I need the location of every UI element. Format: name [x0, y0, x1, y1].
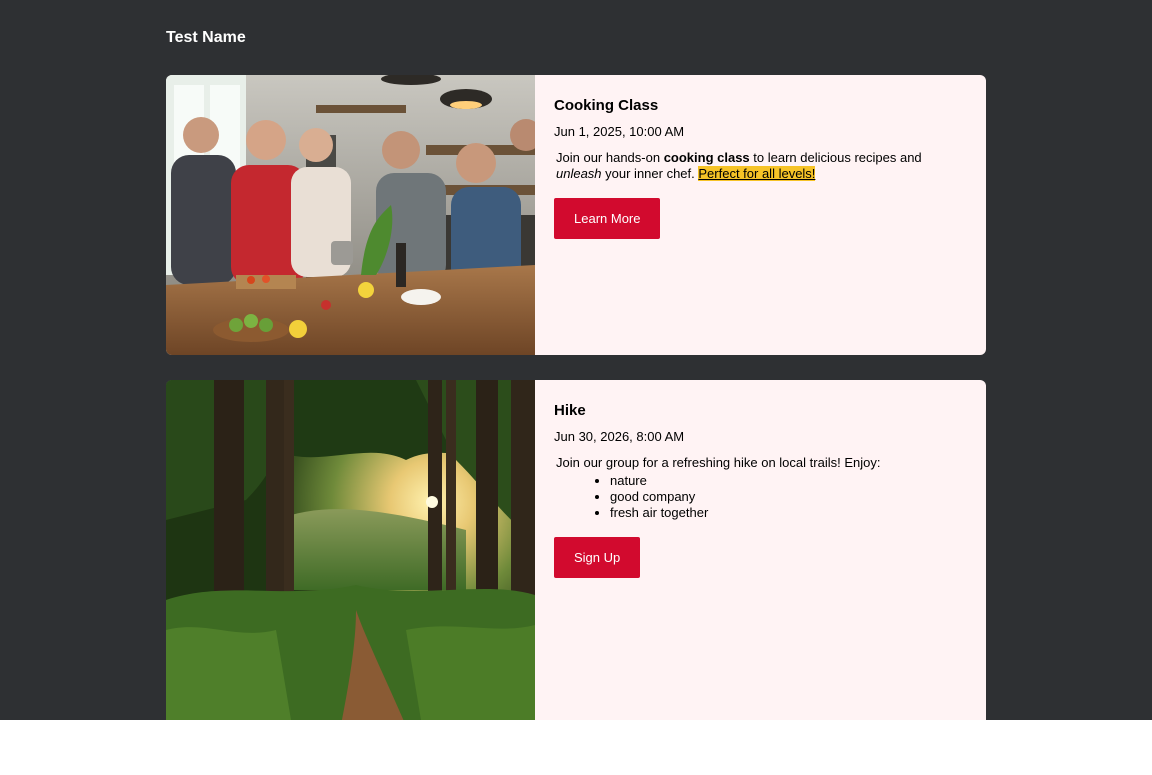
list-item: fresh air together — [610, 505, 967, 521]
event-date: Jun 30, 2026, 8:00 AM — [554, 429, 685, 444]
description-text: your inner chef. — [601, 166, 699, 181]
cooking-class-photo — [166, 75, 535, 355]
description-text: Join our group for a refreshing hike on … — [556, 455, 881, 470]
event-description: Join our hands-on cooking class to learn… — [556, 150, 967, 182]
description-text: Join our hands-on — [556, 150, 664, 165]
description-bold-text: cooking class — [663, 150, 750, 165]
card-content: Cooking Class Jun 1, 2025, 10:00 AM Join… — [535, 75, 986, 355]
sign-up-button[interactable]: Sign Up — [554, 537, 641, 578]
card-content: Hike Jun 30, 2026, 8:00 AM Join our grou… — [535, 380, 986, 720]
hike-forest-photo — [166, 380, 535, 720]
event-description: Join our group for a refreshing hike on … — [556, 455, 967, 521]
learn-more-button[interactable]: Learn More — [554, 198, 661, 239]
page-background: Test Name Cooking Class Jun 1, 2025, 10:… — [0, 0, 1152, 720]
list-item: good company — [610, 489, 967, 505]
event-date: Jun 1, 2025, 10:00 AM — [554, 124, 685, 139]
description-highlight: Perfect for all levels! — [698, 166, 816, 181]
description-italic-text: unleash — [556, 166, 602, 181]
event-card-cooking-class: Cooking Class Jun 1, 2025, 10:00 AM Join… — [166, 75, 986, 355]
page-title: Test Name — [166, 29, 246, 46]
list-item: nature — [610, 473, 967, 489]
event-title: Hike — [554, 402, 586, 419]
description-text: to learn delicious recipes and — [749, 150, 922, 165]
event-title: Cooking Class — [554, 97, 659, 114]
event-card-hike: Hike Jun 30, 2026, 8:00 AM Join our grou… — [166, 380, 986, 720]
highlights-list: nature good company fresh air together — [556, 473, 967, 521]
